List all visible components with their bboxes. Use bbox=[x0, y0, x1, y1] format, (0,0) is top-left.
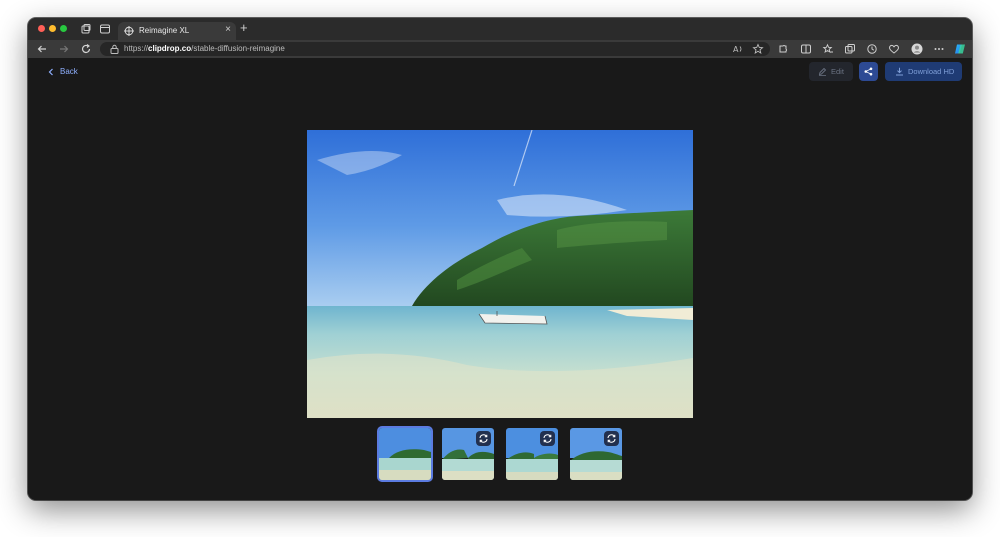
download-icon bbox=[896, 67, 903, 76]
regenerate-icon bbox=[479, 434, 488, 443]
back-label: Back bbox=[60, 67, 78, 76]
edit-label: Edit bbox=[831, 67, 844, 76]
url-domain: clipdrop.co bbox=[148, 44, 192, 53]
reload-icon[interactable] bbox=[80, 43, 92, 55]
regenerate-icon bbox=[543, 434, 552, 443]
regenerate-icon bbox=[607, 434, 616, 443]
tab-actions-icon[interactable] bbox=[99, 23, 111, 35]
read-aloud-icon[interactable]: A bbox=[732, 43, 744, 55]
url-scheme: https:// bbox=[124, 44, 149, 53]
tab-close-icon[interactable]: × bbox=[225, 25, 231, 35]
reimagined-beach-photo bbox=[307, 130, 693, 418]
share-button[interactable] bbox=[859, 62, 878, 81]
favorite-star-icon[interactable] bbox=[752, 43, 764, 55]
thumbnail-variation-2[interactable] bbox=[506, 428, 558, 480]
new-tab-button[interactable]: + bbox=[240, 21, 248, 35]
regenerate-button[interactable] bbox=[476, 431, 491, 446]
forward-arrow-icon[interactable] bbox=[58, 43, 70, 55]
extension-icon[interactable] bbox=[777, 43, 789, 55]
copilot-icon[interactable] bbox=[954, 43, 966, 55]
favorites-icon[interactable] bbox=[822, 43, 834, 55]
reimagine-page: Back Edit Download HD bbox=[28, 58, 972, 500]
svg-text:A: A bbox=[733, 45, 739, 54]
tab-reimagine[interactable]: Reimagine XL × bbox=[118, 22, 236, 40]
edit-button[interactable]: Edit bbox=[809, 62, 853, 81]
maximize-window-button[interactable] bbox=[60, 25, 67, 32]
browser-toolbar: https://clipdrop.co/stable-diffusion-rei… bbox=[28, 40, 972, 58]
more-options-icon[interactable] bbox=[933, 43, 945, 55]
collections-icon[interactable] bbox=[844, 43, 856, 55]
split-screen-icon[interactable] bbox=[800, 43, 812, 55]
share-icon bbox=[864, 67, 873, 76]
browser-essentials-icon[interactable] bbox=[888, 43, 900, 55]
lock-icon bbox=[110, 44, 119, 54]
thumbnail-variation-1[interactable] bbox=[442, 428, 494, 480]
url-text[interactable]: https://clipdrop.co/stable-diffusion-rei… bbox=[124, 44, 285, 54]
workspaces-icon[interactable] bbox=[80, 23, 92, 35]
regenerate-button[interactable] bbox=[604, 431, 619, 446]
address-bar[interactable]: https://clipdrop.co/stable-diffusion-rei… bbox=[100, 42, 770, 56]
profile-avatar-icon[interactable] bbox=[911, 43, 923, 55]
pencil-icon bbox=[818, 67, 827, 76]
chevron-left-icon bbox=[48, 68, 53, 76]
history-icon[interactable] bbox=[866, 43, 878, 55]
clipdrop-favicon-icon bbox=[124, 26, 134, 36]
regenerate-button[interactable] bbox=[540, 431, 555, 446]
url-path: /stable-diffusion-reimagine bbox=[191, 44, 285, 53]
back-arrow-icon[interactable] bbox=[36, 43, 48, 55]
minimize-window-button[interactable] bbox=[49, 25, 56, 32]
tab-title: Reimagine XL bbox=[139, 26, 190, 35]
tab-strip: Reimagine XL × + bbox=[28, 18, 972, 40]
close-window-button[interactable] bbox=[38, 25, 45, 32]
thumbnail-original[interactable] bbox=[379, 428, 431, 480]
download-hd-button[interactable]: Download HD bbox=[885, 62, 962, 81]
thumbnail-variation-3[interactable] bbox=[570, 428, 622, 480]
browser-window: Reimagine XL × + https://clipdrop.co/sta… bbox=[28, 18, 972, 500]
download-label: Download HD bbox=[908, 67, 955, 76]
